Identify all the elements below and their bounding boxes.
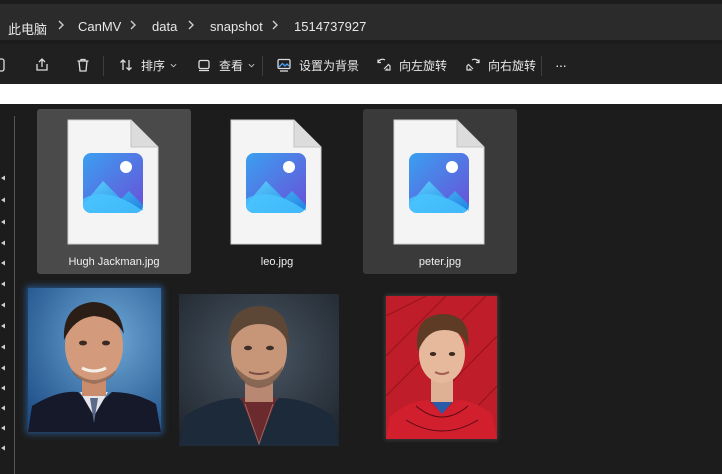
navigation-pane bbox=[0, 104, 22, 474]
view-button[interactable]: 查看 bbox=[196, 52, 255, 78]
rotate-left-icon bbox=[377, 58, 391, 71]
share-icon bbox=[36, 58, 48, 71]
file-item-hugh-jackman[interactable]: Hugh Jackman.jpg bbox=[37, 109, 191, 274]
rotate-right-label: 向右旋转 bbox=[488, 58, 537, 73]
toolbar-separator bbox=[103, 56, 104, 76]
file-view: Hugh Jackman.jpg leo.jpg peter.jpg bbox=[22, 104, 722, 474]
set-as-background-label: 设置为背景 bbox=[299, 58, 360, 73]
chevron-right-icon[interactable] bbox=[186, 17, 196, 33]
view-icon bbox=[198, 59, 210, 72]
file-item-leo[interactable]: leo.jpg bbox=[200, 109, 354, 274]
share-button[interactable] bbox=[34, 52, 50, 78]
expand-arrow-icon[interactable] bbox=[0, 239, 7, 247]
portrait-image bbox=[179, 294, 339, 446]
chevron-down-icon bbox=[170, 63, 177, 67]
set-as-background-button[interactable]: 设置为背景 bbox=[276, 52, 359, 78]
toolbar-separator bbox=[541, 56, 542, 76]
chevron-down-icon bbox=[248, 63, 255, 67]
expand-arrow-icon[interactable] bbox=[0, 444, 7, 452]
sort-button[interactable]: 排序 bbox=[118, 52, 177, 78]
breadcrumb[interactable]: 此电脑 CanMV data snapshot 1514737927 bbox=[0, 4, 722, 40]
expand-arrow-icon[interactable] bbox=[0, 174, 7, 182]
expand-arrow-icon[interactable] bbox=[0, 364, 7, 372]
chevron-right-icon[interactable] bbox=[128, 17, 138, 33]
file-name: Hugh Jackman.jpg bbox=[68, 256, 160, 268]
expand-arrow-icon[interactable] bbox=[0, 384, 7, 392]
photo-leo[interactable] bbox=[179, 294, 339, 446]
breadcrumb-item-folder[interactable]: 1514737927 bbox=[294, 19, 366, 34]
navigation-pane-divider[interactable] bbox=[14, 116, 15, 474]
image-file-icon bbox=[67, 119, 159, 245]
view-label: 查看 bbox=[219, 58, 244, 73]
chevron-right-icon[interactable] bbox=[56, 17, 66, 33]
expand-arrow-icon[interactable] bbox=[0, 343, 7, 351]
file-name: peter.jpg bbox=[418, 256, 462, 268]
rotate-right-button[interactable]: 向右旋转 bbox=[465, 52, 536, 78]
more-options-button[interactable]: ··· bbox=[555, 52, 567, 78]
portrait-image bbox=[28, 288, 161, 432]
trash-icon bbox=[77, 58, 89, 72]
expand-arrow-icon[interactable] bbox=[0, 280, 7, 288]
portrait-image bbox=[386, 296, 497, 439]
toolbar-separator bbox=[262, 56, 263, 76]
command-bar: 排序 查看 设置为背景 向左旋转 向右旋转 ··· bbox=[0, 44, 722, 84]
sort-label: 排序 bbox=[141, 58, 166, 73]
expand-arrow-icon[interactable] bbox=[0, 322, 7, 330]
photo-hugh-jackman[interactable] bbox=[28, 288, 161, 432]
rotate-left-button[interactable]: 向左旋转 bbox=[376, 52, 447, 78]
expand-arrow-icon[interactable] bbox=[0, 404, 7, 412]
sort-icon bbox=[120, 59, 132, 71]
file-item-peter[interactable]: peter.jpg bbox=[363, 109, 517, 274]
breadcrumb-item-canmv[interactable]: CanMV bbox=[78, 19, 121, 34]
delete-button[interactable] bbox=[75, 52, 91, 78]
more-icon: ··· bbox=[555, 57, 567, 73]
expand-arrow-icon[interactable] bbox=[0, 424, 7, 432]
expand-arrow-icon[interactable] bbox=[0, 196, 7, 204]
rotate-left-label: 向左旋转 bbox=[399, 58, 448, 73]
breadcrumb-item-snapshot[interactable]: snapshot bbox=[210, 19, 263, 34]
expand-arrow-icon[interactable] bbox=[0, 259, 7, 267]
copy-icon bbox=[0, 58, 5, 72]
set-background-icon bbox=[277, 58, 291, 72]
image-file-icon bbox=[230, 119, 322, 245]
copy-button[interactable] bbox=[0, 52, 8, 78]
file-name: leo.jpg bbox=[260, 256, 294, 268]
expand-arrow-icon[interactable] bbox=[0, 218, 7, 226]
rotate-right-icon bbox=[466, 58, 480, 71]
photo-peter[interactable] bbox=[386, 296, 497, 439]
address-bar: 此电脑 CanMV data snapshot 1514737927 bbox=[0, 0, 722, 44]
chevron-right-icon[interactable] bbox=[270, 17, 280, 33]
expand-arrow-icon[interactable] bbox=[0, 301, 7, 309]
breadcrumb-item-this-pc[interactable]: 此电脑 bbox=[8, 19, 47, 38]
image-file-icon bbox=[393, 119, 485, 245]
breadcrumb-item-data[interactable]: data bbox=[152, 19, 177, 34]
column-header-strip bbox=[0, 84, 722, 104]
